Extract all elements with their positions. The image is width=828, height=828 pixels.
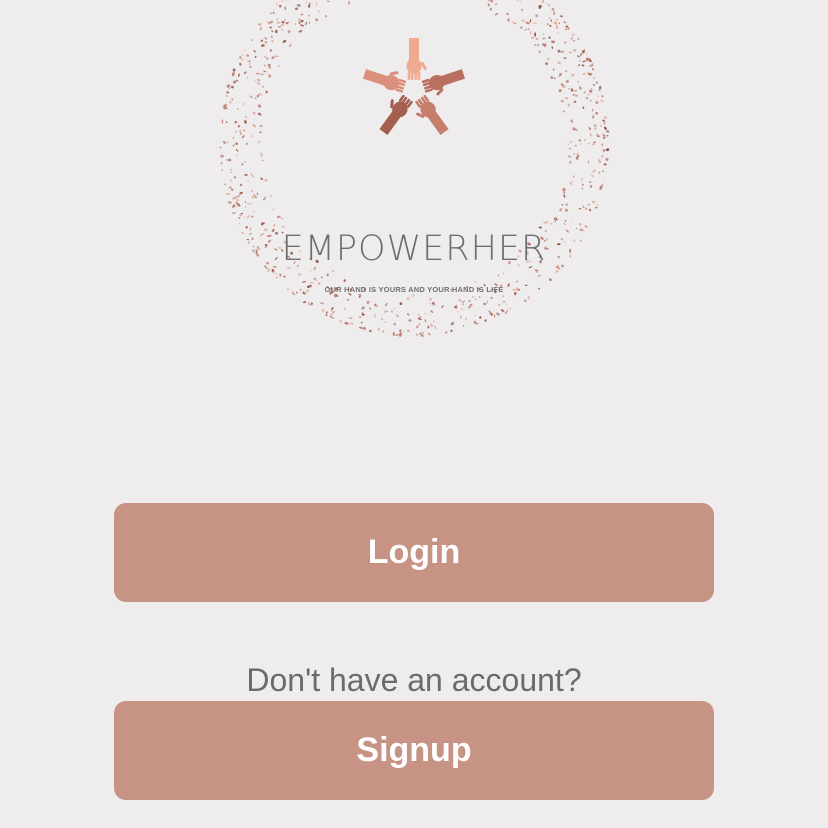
brand-tagline: OUR HAND IS YOURS AND YOUR HAND IS LIFE [324, 285, 504, 294]
signup-prompt: Don't have an account? [246, 662, 582, 698]
five-hands-circle-icon [362, 38, 466, 136]
signup-button[interactable]: Signup [114, 701, 714, 800]
brand-name: EMPOWERHER [281, 229, 547, 269]
login-button[interactable]: Login [114, 503, 714, 602]
